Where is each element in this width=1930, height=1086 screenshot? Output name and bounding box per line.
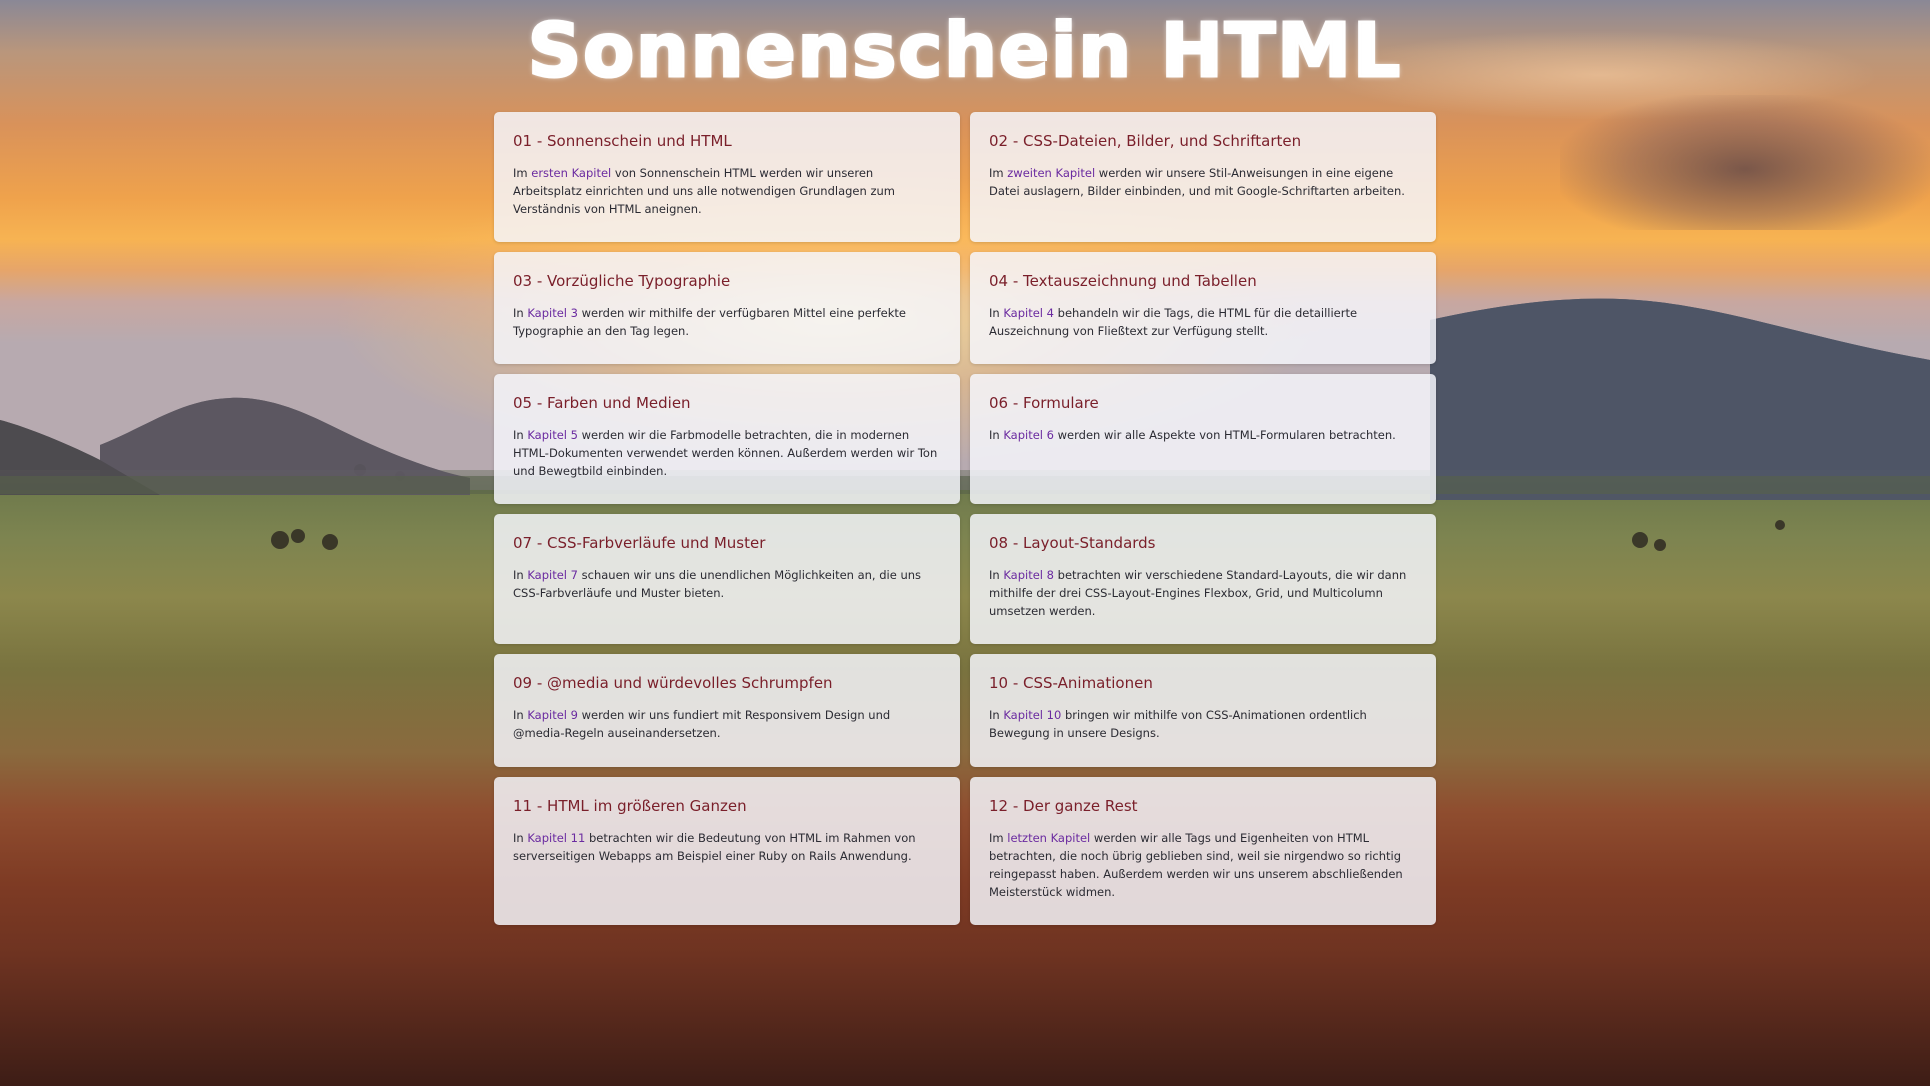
chapter-grid: 01 - Sonnenschein und HTML Im ersten Kap… bbox=[494, 112, 1436, 925]
chapter-link[interactable]: Kapitel 6 bbox=[1003, 428, 1054, 442]
chapter-description: In Kapitel 4 behandeln wir die Tags, die… bbox=[989, 306, 1358, 338]
chapter-card-10[interactable]: 10 - CSS-Animationen In Kapitel 10 bring… bbox=[970, 654, 1436, 767]
chapter-title: 10 - CSS-Animationen bbox=[989, 674, 1153, 692]
chapter-card-01[interactable]: 01 - Sonnenschein und HTML Im ersten Kap… bbox=[494, 112, 960, 242]
chapter-card-08[interactable]: 08 - Layout-Standards In Kapitel 8 betra… bbox=[970, 514, 1436, 644]
chapter-description: In Kapitel 9 werden wir uns fundiert mit… bbox=[513, 708, 891, 740]
chapter-title: 09 - @media und würdevolles Schrumpfen bbox=[513, 674, 833, 692]
chapter-description: In Kapitel 5 werden wir die Farbmodelle … bbox=[513, 428, 938, 478]
chapter-description: Im zweiten Kapitel werden wir unsere Sti… bbox=[989, 166, 1405, 198]
chapter-description: In Kapitel 6 werden wir alle Aspekte von… bbox=[989, 428, 1396, 442]
chapter-title: 04 - Textauszeichnung und Tabellen bbox=[989, 272, 1257, 290]
chapter-link[interactable]: Kapitel 7 bbox=[527, 568, 578, 582]
chapter-card-12[interactable]: 12 - Der ganze Rest Im letzten Kapitel w… bbox=[970, 777, 1436, 925]
chapter-card-04[interactable]: 04 - Textauszeichnung und Tabellen In Ka… bbox=[970, 252, 1436, 364]
chapter-description: Im ersten Kapitel von Sonnenschein HTML … bbox=[513, 166, 895, 216]
chapter-card-02[interactable]: 02 - CSS-Dateien, Bilder, und Schriftart… bbox=[970, 112, 1436, 242]
chapter-card-11[interactable]: 11 - HTML im größeren Ganzen In Kapitel … bbox=[494, 777, 960, 925]
chapter-description: In Kapitel 11 betrachten wir die Bedeutu… bbox=[513, 831, 916, 863]
chapter-link[interactable]: Kapitel 3 bbox=[527, 306, 578, 320]
chapter-link[interactable]: Kapitel 10 bbox=[1003, 708, 1061, 722]
chapter-link[interactable]: Kapitel 4 bbox=[1003, 306, 1054, 320]
chapter-title: 02 - CSS-Dateien, Bilder, und Schriftart… bbox=[989, 132, 1302, 150]
chapter-title: 07 - CSS-Farbverläufe und Muster bbox=[513, 534, 766, 552]
chapter-card-09[interactable]: 09 - @media und würdevolles Schrumpfen I… bbox=[494, 654, 960, 767]
chapter-card-05[interactable]: 05 - Farben und Medien In Kapitel 5 werd… bbox=[494, 374, 960, 504]
chapter-link[interactable]: Kapitel 8 bbox=[1003, 568, 1054, 582]
chapter-link[interactable]: ersten Kapitel bbox=[531, 166, 611, 180]
chapter-title: 11 - HTML im größeren Ganzen bbox=[513, 797, 747, 815]
chapter-description: In Kapitel 7 schauen wir uns die unendli… bbox=[513, 568, 922, 600]
chapter-title: 12 - Der ganze Rest bbox=[989, 797, 1138, 815]
chapter-link[interactable]: Kapitel 11 bbox=[527, 831, 585, 845]
chapter-title: 05 - Farben und Medien bbox=[513, 394, 691, 412]
chapter-description: In Kapitel 10 bringen wir mithilfe von C… bbox=[989, 708, 1367, 740]
chapter-link[interactable]: Kapitel 5 bbox=[527, 428, 578, 442]
chapter-description: In Kapitel 8 betrachten wir verschiedene… bbox=[989, 568, 1407, 618]
chapter-title: 06 - Formulare bbox=[989, 394, 1099, 412]
chapter-description: In Kapitel 3 werden wir mithilfe der ver… bbox=[513, 306, 906, 338]
chapter-description: Im letzten Kapitel werden wir alle Tags … bbox=[989, 831, 1403, 899]
chapter-title: 08 - Layout-Standards bbox=[989, 534, 1156, 552]
chapter-card-07[interactable]: 07 - CSS-Farbverläufe und Muster In Kapi… bbox=[494, 514, 960, 644]
chapter-link[interactable]: Kapitel 9 bbox=[527, 708, 578, 722]
chapter-title: 03 - Vorzügliche Typographie bbox=[513, 272, 731, 290]
site-title: Sonnenschein HTML bbox=[526, 7, 1403, 96]
chapter-card-03[interactable]: 03 - Vorzügliche Typographie In Kapitel … bbox=[494, 252, 960, 364]
chapter-link[interactable]: letzten Kapitel bbox=[1007, 831, 1090, 845]
chapter-title: 01 - Sonnenschein und HTML bbox=[513, 132, 732, 150]
chapter-link[interactable]: zweiten Kapitel bbox=[1007, 166, 1095, 180]
chapter-card-06[interactable]: 06 - Formulare In Kapitel 6 werden wir a… bbox=[970, 374, 1436, 504]
